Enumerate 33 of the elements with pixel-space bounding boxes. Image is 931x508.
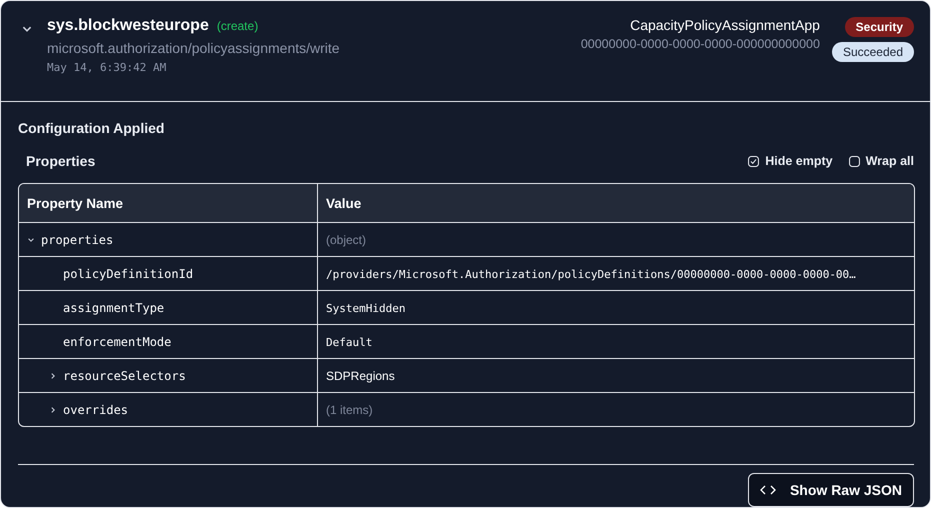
- status-badge: Succeeded: [832, 42, 914, 62]
- code-icon: [760, 485, 776, 495]
- column-header: Value: [326, 196, 362, 210]
- chevron-right-icon[interactable]: [49, 372, 57, 380]
- properties-title: Properties: [26, 153, 96, 169]
- timestamp: May 14, 6:39:42 AM: [47, 61, 168, 74]
- checked-checkbox-icon[interactable]: [748, 156, 760, 166]
- section-title: Configuration Applied: [18, 120, 166, 136]
- property-value: SystemHidden: [326, 302, 406, 314]
- property-value: (1 items): [326, 402, 373, 416]
- property-name: overrides: [63, 402, 128, 416]
- property-name: resourceSelectors: [63, 368, 186, 382]
- property-name: policyDefinitionId: [63, 266, 194, 280]
- checkbox-option[interactable]: Wrap all: [848, 154, 914, 168]
- checkbox-icon[interactable]: [848, 156, 860, 166]
- action-label: (create): [216, 19, 258, 33]
- operation-text: microsoft.authorization/policyassignments/write: [47, 40, 341, 56]
- column-header: Property Name: [27, 196, 124, 210]
- property-value: Default: [326, 336, 372, 348]
- app-id: 00000000-0000-0000-0000-000000000000: [580, 37, 820, 51]
- checkbox-option[interactable]: Hide empty: [748, 154, 833, 168]
- property-value: (object): [326, 232, 366, 246]
- property-name: assignmentType: [63, 300, 164, 314]
- property-name: properties: [41, 232, 114, 246]
- property-value: /providers/Microsoft.Authorization/policyDefinitions/00000000-0000-0000-0000-00…: [326, 268, 856, 280]
- chevron-down-icon[interactable]: [27, 236, 35, 244]
- property-name: enforcementMode: [63, 334, 172, 348]
- event-title: sys.blockwesteurope: [47, 17, 209, 35]
- show-raw-json-button[interactable]: Show Raw JSON: [748, 473, 914, 507]
- app-name: CapacityPolicyAssignmentApp: [630, 17, 820, 33]
- status-badge: Security: [844, 17, 914, 37]
- property-value: SDPRegions: [326, 368, 395, 382]
- chevron-right-icon[interactable]: [49, 406, 57, 414]
